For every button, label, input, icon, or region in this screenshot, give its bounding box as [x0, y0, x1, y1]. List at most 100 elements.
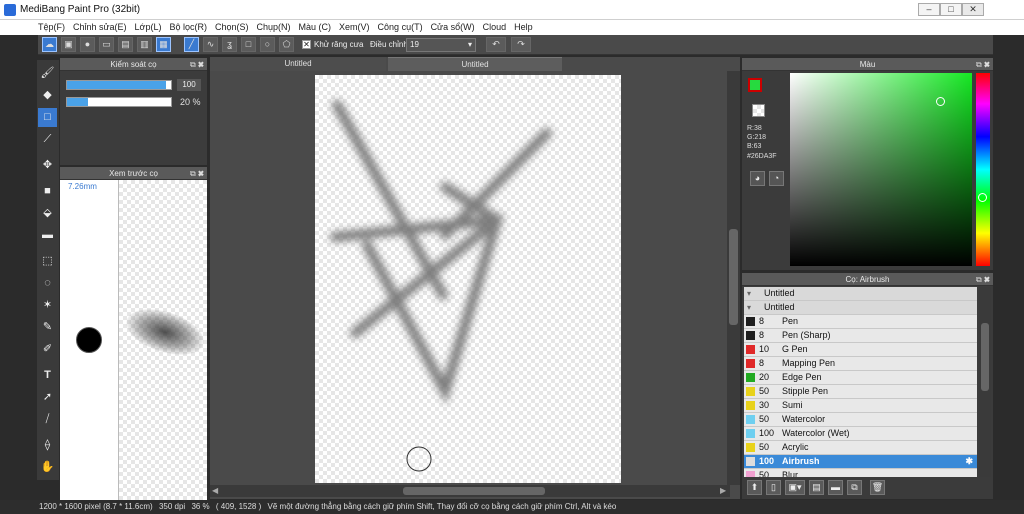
panel-popout-close-icon[interactable]: ⧉ ✖ — [976, 58, 990, 71]
vertical-scrollbar[interactable] — [727, 71, 740, 485]
brush-item[interactable]: 100 Watercolor (Wet) — [744, 427, 977, 441]
hand-tool-icon[interactable]: ✋ — [38, 458, 57, 477]
undo-icon[interactable]: ↶ — [486, 37, 506, 52]
vertical-scroll-thumb[interactable] — [729, 229, 738, 325]
expand-icon[interactable]: ▾ — [747, 287, 756, 298]
antialias-checkbox[interactable]: ✕ — [302, 40, 311, 49]
doc-tab-1[interactable]: Untitled — [210, 57, 386, 71]
hue-slider[interactable] — [976, 73, 990, 266]
drawing-canvas[interactable] — [315, 75, 621, 483]
add-brush-menu-icon[interactable]: ▣▾ — [785, 480, 805, 495]
fill-brush-tool-icon[interactable]: ⟋ — [38, 130, 57, 149]
brush-group[interactable]: ▾ Untitled — [744, 301, 977, 315]
menu-cloud[interactable]: Cloud — [479, 20, 511, 32]
secondary-color-swatch[interactable] — [752, 104, 765, 117]
pages-icon[interactable]: ▥ — [137, 37, 152, 52]
speech-bubble-icon[interactable]: ● — [80, 37, 95, 52]
bucket-tool-icon[interactable]: ⬙ — [38, 204, 57, 223]
menu-file[interactable]: Tệp(F) — [0, 20, 69, 32]
select-tool-icon[interactable]: ⬚ — [38, 252, 57, 271]
brush-settings-gear-icon[interactable]: ✱ — [965, 455, 973, 468]
brush-item[interactable]: 50 Stipple Pen — [744, 385, 977, 399]
page-icon[interactable]: ▤ — [118, 37, 133, 52]
panel-popout-close-icon[interactable]: ⧉ ✖ — [190, 167, 204, 180]
lasso-tool-icon[interactable]: ◌ — [38, 274, 57, 293]
brush-opacity-slider[interactable] — [66, 97, 172, 107]
horizontal-scrollbar[interactable]: ◀ ▶ — [210, 485, 730, 497]
dot-tool-icon[interactable]: □ — [38, 108, 57, 127]
scroll-right-icon[interactable]: ▶ — [720, 486, 726, 495]
text-tool-icon[interactable]: T — [38, 366, 57, 385]
grid-icon[interactable]: ▦ — [156, 37, 171, 52]
curve-icon[interactable]: ʓ — [222, 37, 237, 52]
adjust-select[interactable]: 19 ▾ — [406, 38, 476, 52]
bag-icon[interactable]: ▣ — [61, 37, 76, 52]
menu-layer[interactable]: Lớp(L) — [131, 20, 166, 32]
cloud-icon[interactable]: ☁ — [42, 37, 57, 52]
brush-item[interactable]: 8 Pen (Sharp) — [744, 329, 977, 343]
eraser-tool-icon[interactable]: ◆ — [38, 86, 57, 105]
redo-icon[interactable]: ↷ — [511, 37, 531, 52]
magic-wand-tool-icon[interactable]: ✶ — [38, 296, 57, 315]
scroll-left-icon[interactable]: ◀ — [212, 486, 218, 495]
menu-select[interactable]: Chọn(S) — [211, 20, 253, 32]
divide-tool-icon[interactable]: ⧸ — [38, 410, 57, 429]
inner-minimize-button[interactable]: – — [918, 3, 940, 16]
doc-tab-2[interactable]: Untitled — [388, 57, 562, 71]
brush-delete-icon[interactable]: 🗑 — [870, 480, 885, 495]
comment-icon[interactable]: ▭ — [99, 37, 114, 52]
brush-size-slider[interactable] — [66, 80, 172, 90]
primary-color-swatch[interactable] — [748, 78, 762, 92]
panel-popout-close-icon[interactable]: ⧉ ✖ — [190, 58, 204, 71]
horizontal-scroll-thumb[interactable] — [403, 487, 545, 495]
polygon-icon[interactable]: ⬠ — [279, 37, 294, 52]
brush-folder-icon[interactable]: ▬ — [828, 480, 843, 495]
menu-color[interactable]: Màu (C) — [295, 20, 336, 32]
eyedropper-tool-icon[interactable]: ⟠ — [38, 436, 57, 455]
brush-item[interactable]: 8 Mapping Pen — [744, 357, 977, 371]
panel-popout-close-icon[interactable]: ⧉ ✖ — [976, 273, 990, 286]
palette-add-icon[interactable]: ◔ — [769, 171, 784, 186]
inner-close-button[interactable]: ✕ — [962, 3, 984, 16]
line-tool-icon[interactable]: ╱ — [184, 37, 199, 52]
brush-up-icon[interactable]: ⬆ — [747, 480, 762, 495]
menu-tools[interactable]: Công cụ(T) — [374, 20, 427, 32]
menu-view[interactable]: Xem(V) — [335, 20, 374, 32]
brush-size-value[interactable]: 100 — [177, 79, 201, 91]
brush-list-scrollbar[interactable] — [979, 287, 991, 477]
menu-edit[interactable]: Chỉnh sửa(E) — [69, 20, 131, 32]
palette-icon[interactable]: ◕ — [750, 171, 765, 186]
brush-copy-icon[interactable]: ⧉ — [847, 480, 862, 495]
brush-item[interactable]: 100 Airbrush ✱ — [744, 455, 977, 469]
hue-slider-handle[interactable] — [978, 193, 987, 202]
saturation-value-picker[interactable] — [790, 73, 972, 266]
move-tool-icon[interactable]: ✥ — [38, 156, 57, 175]
inner-restore-button[interactable]: □ — [940, 3, 962, 16]
brush-group[interactable]: ▾ Untitled — [744, 287, 977, 301]
gradient-tool-icon[interactable]: ▬ — [38, 226, 57, 245]
select-eraser-tool-icon[interactable]: ✐ — [38, 340, 57, 359]
brush-settings-icon[interactable]: ▤ — [809, 480, 824, 495]
brush-item[interactable]: 20 Edge Pen — [744, 371, 977, 385]
menu-window[interactable]: Cửa sổ(W) — [427, 20, 479, 32]
select-pen-tool-icon[interactable]: ✎ — [38, 318, 57, 337]
brush-list-scroll-thumb[interactable] — [981, 323, 989, 391]
rect-fill-tool-icon[interactable]: ■ — [38, 182, 57, 201]
brush-item[interactable]: 30 Sumi — [744, 399, 977, 413]
sv-picker-handle[interactable] — [936, 97, 945, 106]
brush-item[interactable]: 50 Blur — [744, 469, 977, 477]
rectangle-icon[interactable]: □ — [241, 37, 256, 52]
brush-item[interactable]: 50 Watercolor — [744, 413, 977, 427]
polyline-icon[interactable]: ∿ — [203, 37, 218, 52]
brush-tool-icon[interactable]: 🖌 — [38, 64, 57, 83]
brush-item[interactable]: 8 Pen — [744, 315, 977, 329]
menu-filter[interactable]: Bộ lọc(R) — [165, 20, 211, 32]
menu-help[interactable]: Help — [510, 20, 537, 32]
menu-capture[interactable]: Chụp(N) — [253, 20, 295, 32]
ellipse-icon[interactable]: ○ — [260, 37, 275, 52]
expand-icon[interactable]: ▾ — [747, 301, 756, 312]
new-brush-icon[interactable]: ▯ — [766, 480, 781, 495]
brush-item[interactable]: 50 Acrylic — [744, 441, 977, 455]
operation-tool-icon[interactable]: ➚ — [38, 388, 57, 407]
brush-item[interactable]: 10 G Pen — [744, 343, 977, 357]
